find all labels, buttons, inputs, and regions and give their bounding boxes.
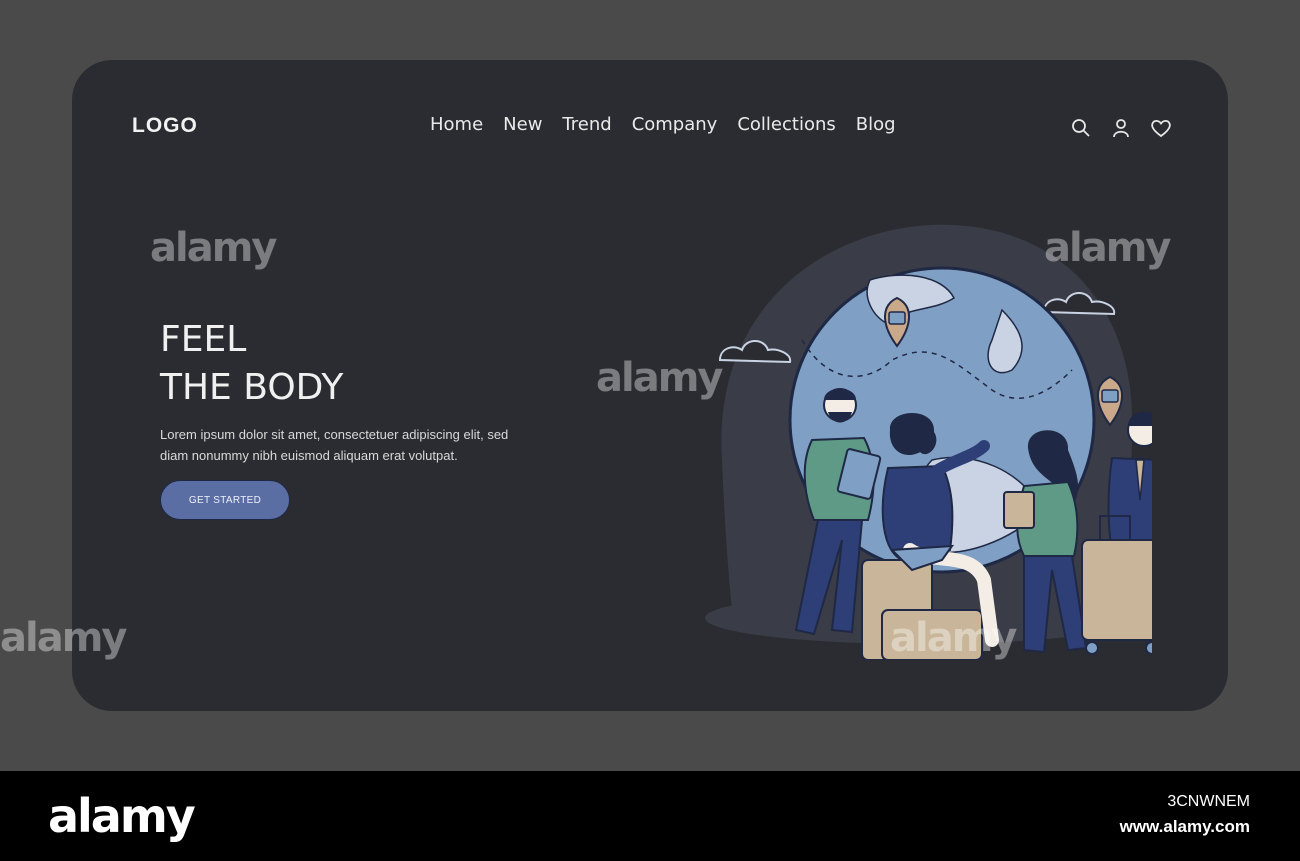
hero-title-line2: THE BODY [160,367,344,408]
get-started-button[interactable]: GET STARTED [160,480,290,520]
stock-footer: alamy 3CNWNEM www.alamy.com [0,771,1300,861]
heart-icon[interactable] [1148,116,1174,140]
main-nav: Home New Trend Company Collections Blog [430,114,896,135]
nav-trend[interactable]: Trend [562,114,611,135]
site-url: www.alamy.com [1119,817,1250,836]
search-icon[interactable] [1068,116,1094,140]
hero-title: FEEL THE BODY [160,316,343,412]
alamy-brand-logo: alamy [48,789,196,843]
nav-new[interactable]: New [503,114,542,135]
nav-blog[interactable]: Blog [856,114,896,135]
watermark: alamy [0,615,127,661]
nav-home[interactable]: Home [430,114,483,135]
watermark: alamy [1044,225,1171,271]
hero-description: Lorem ipsum dolor sit amet, consectetuer… [160,427,509,463]
watermark: alamy [596,355,723,401]
nav-collections[interactable]: Collections [737,114,835,135]
logo[interactable]: LOGO [132,114,198,138]
watermark: alamy [890,615,1017,661]
user-icon[interactable] [1108,116,1134,140]
watermark: alamy [150,225,277,271]
header-icons [1068,116,1174,140]
travel-illustration [705,224,1152,660]
hero-title-line1: FEEL [160,319,247,360]
nav-company[interactable]: Company [632,114,718,135]
image-id: 3CNWNEM [1167,793,1250,810]
